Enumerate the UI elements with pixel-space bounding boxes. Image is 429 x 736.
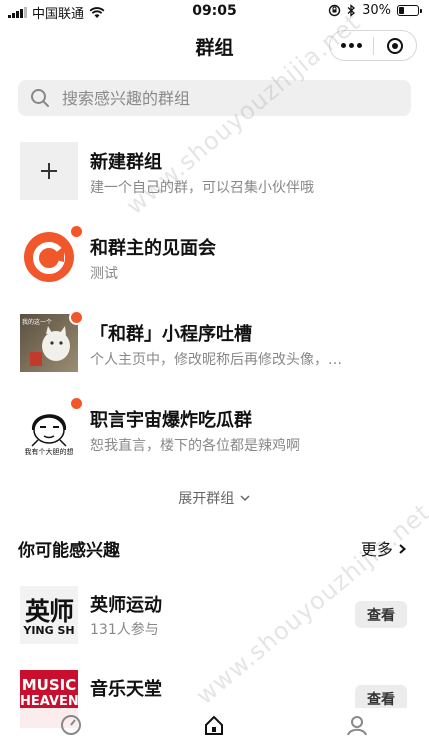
recommend-subtitle: 131人参与: [90, 622, 159, 638]
profile-icon[interactable]: [346, 714, 368, 736]
create-group-item[interactable]: 新建群组 建一个自己的群，可以召集小伙伴哦: [0, 142, 429, 204]
cat-caption: 我的这一个: [22, 319, 53, 326]
group-subtitle: 个人主页中，修改昵称后再修改头像，…: [90, 352, 342, 368]
group-subtitle: 建一个自己的群，可以召集小伙伴哦: [90, 180, 314, 196]
orientation-lock-icon: [328, 4, 341, 17]
expand-label: 展开群组: [178, 491, 235, 507]
section-title: 你可能感兴趣: [18, 541, 120, 561]
app-logo-icon: [20, 228, 78, 286]
compass-icon[interactable]: [60, 714, 82, 736]
status-bar: 中国联通 09:05 30%: [0, 0, 429, 22]
unread-dot: [69, 224, 84, 239]
bluetooth-icon: [347, 4, 356, 17]
more-link[interactable]: 更多: [361, 536, 407, 560]
search-bar[interactable]: [18, 80, 411, 116]
search-input[interactable]: [60, 87, 384, 109]
tab-bar: [0, 708, 429, 736]
battery-percent: 30%: [362, 3, 391, 18]
more-dots-icon: [340, 43, 362, 48]
group-title: 「和群」小程序吐槽: [90, 324, 252, 345]
meme-caption: 我有个大胆的想: [24, 448, 74, 456]
ying-shi-logo: 英师 YING SH: [20, 586, 78, 644]
battery-icon: [397, 5, 422, 16]
logo-text: MUSIC: [21, 676, 77, 694]
list-item[interactable]: 和群主的见面会 测试: [0, 224, 429, 290]
chevron-right-icon: [399, 544, 407, 554]
cat-photo: 我的这一个: [20, 314, 78, 372]
search-icon: [31, 89, 49, 107]
list-item[interactable]: 我有个大胆的想 职言宇宙爆炸吃瓜群 恕我直言，楼下的各位都是辣鸡啊: [0, 396, 429, 462]
logo-text: 英师: [24, 597, 74, 626]
view-button[interactable]: 查看: [355, 601, 407, 628]
group-subtitle: 测试: [90, 266, 118, 282]
target-icon: [386, 37, 403, 54]
group-title: 和群主的见面会: [90, 238, 216, 259]
group-title: 职言宇宙爆炸吃瓜群: [90, 410, 252, 431]
expand-groups-button[interactable]: 展开群组: [0, 488, 429, 508]
group-title: 新建群组: [90, 152, 162, 173]
recommend-item[interactable]: 英师 YING SH 英师运动 131人参与 查看: [0, 586, 429, 644]
home-icon[interactable]: [203, 714, 225, 736]
close-mini-program-button[interactable]: [374, 31, 417, 60]
list-item[interactable]: 我的这一个 「和群」小程序吐槽 个人主页中，修改昵称后再修改头像，…: [0, 310, 429, 376]
group-subtitle: 恕我直言，楼下的各位都是辣鸡啊: [90, 438, 300, 454]
recommend-title: 英师运动: [90, 595, 162, 616]
plus-icon: [20, 142, 78, 200]
meme-face: 我有个大胆的想: [20, 400, 78, 458]
mini-program-capsule: [329, 30, 417, 61]
logo-subtext: HEAVEN: [20, 694, 78, 709]
more-label: 更多: [360, 540, 393, 559]
unread-dot: [69, 310, 84, 325]
nav-bar: 群组: [0, 22, 429, 68]
more-menu-button[interactable]: [330, 31, 373, 60]
recommend-title: 音乐天堂: [90, 679, 162, 700]
unread-dot: [69, 396, 84, 411]
chevron-down-icon: [240, 495, 250, 502]
logo-subtext: YING SH: [23, 624, 75, 637]
